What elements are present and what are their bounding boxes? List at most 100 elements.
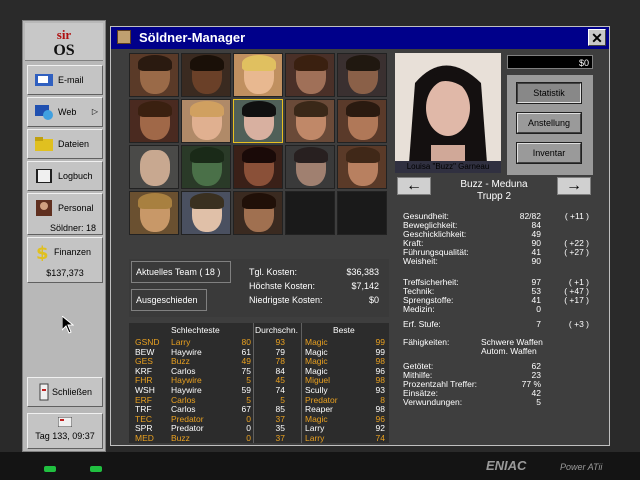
stat-bonus: ( +3 ) (568, 319, 589, 329)
money-display: $0 (507, 55, 593, 69)
soldier-count: Söldner: 18 (49, 223, 96, 233)
finances-button[interactable]: $ Finanzen $137,373 (27, 237, 103, 283)
record-row: Verwundungen: 5 (403, 397, 591, 407)
stat-code: KRF (135, 365, 152, 376)
portrait-slot[interactable] (337, 99, 387, 143)
activity-led-icon (90, 466, 102, 472)
book-icon (36, 169, 52, 183)
stat-code: TEC (135, 413, 152, 424)
best-name: Magic (305, 365, 328, 376)
best-name: Magic (305, 337, 328, 347)
best-name: Miguel (305, 375, 331, 386)
header-average: Durchschn. (255, 325, 298, 335)
portrait-slot[interactable] (337, 145, 387, 189)
title-bar[interactable]: Söldner-Manager ✕ (111, 27, 609, 49)
portrait-slot[interactable] (181, 145, 231, 189)
finances-label: Finanzen (54, 247, 92, 257)
worst-value: 49 (241, 356, 251, 367)
worst-value: 59 (241, 385, 251, 395)
portrait-slot[interactable] (181, 99, 231, 143)
portrait-slot[interactable] (233, 145, 283, 189)
min-cost-label: Niedrigste Kosten: (249, 295, 323, 305)
logbook-button[interactable]: Logbuch (27, 161, 103, 191)
employment-button[interactable]: Anstellung (516, 112, 582, 134)
close-label: Schließen (52, 387, 93, 397)
stat-code: ERF (135, 394, 152, 405)
departed-button[interactable]: Ausgeschieden (131, 289, 207, 311)
personnel-button[interactable]: Personal Söldner: 18 (27, 193, 103, 235)
personnel-label: Personal (58, 203, 94, 213)
max-cost-label: Höchste Kosten: (249, 281, 316, 291)
dollar-icon: $ (36, 243, 49, 261)
portrait-slot[interactable] (233, 53, 283, 97)
portrait-slot[interactable] (129, 99, 179, 143)
sirOS-logo: sir OS (25, 23, 103, 61)
brand-model: Power ATii (560, 462, 603, 472)
close-sirOS-button[interactable]: Schließen (27, 377, 103, 407)
selected-mercenary-portrait: Louisa "Buzz" Garneau (395, 53, 501, 173)
worst-name: Haywire (171, 375, 202, 386)
mercenary-manager-window: Söldner-Manager ✕ Aktuelles Team (18) … (110, 26, 610, 446)
skills-label: Fähigkeiten: (403, 337, 450, 347)
average-value: 78 (275, 356, 285, 367)
inventory-button[interactable]: Inventar (516, 142, 582, 164)
portrait-slot[interactable] (285, 53, 335, 97)
close-window-button[interactable]: ✕ (588, 29, 606, 46)
worst-name: Carlos (171, 365, 196, 376)
stat-code: BEW (135, 346, 155, 357)
stat-label: Weisheit: (403, 256, 438, 266)
portrait-caption: Louisa "Buzz" Garneau (406, 162, 490, 171)
daily-cost: $36,383 (346, 267, 379, 277)
worst-name: Buzz (171, 433, 190, 443)
best-name: Larry (305, 423, 325, 434)
portrait-slot-empty (337, 191, 387, 235)
statistics-button[interactable]: Statistik (516, 82, 582, 104)
worst-value: 5 (246, 375, 251, 386)
portrait-slot[interactable] (181, 53, 231, 97)
portrait-slot[interactable] (129, 145, 179, 189)
best-name: Predator (305, 394, 338, 405)
logo-top: sir (56, 27, 72, 42)
max-cost: $7,142 (351, 281, 379, 291)
worst-value: 0 (246, 433, 251, 443)
portrait-slot[interactable] (129, 53, 179, 97)
logo-bottom: OS (53, 42, 75, 59)
average-value: 79 (275, 346, 285, 357)
current-team-button[interactable]: Aktuelles Team ( 18 ) (131, 261, 231, 283)
worst-name: Haywire (171, 385, 202, 395)
worst-name: Predator (171, 413, 204, 424)
portrait-slot[interactable] (129, 191, 179, 235)
portrait-slot[interactable] (285, 99, 335, 143)
best-value: 74 (375, 433, 385, 443)
worst-name: Carlos (171, 394, 196, 405)
email-icon (35, 74, 53, 86)
worst-name: Buzz (171, 356, 190, 367)
worst-value: 0 (246, 413, 251, 424)
date-time: Tag 133, 09:37 (27, 413, 103, 449)
mouse-cursor-icon (62, 316, 74, 334)
brand-logo: ENIAC (486, 458, 527, 473)
portrait-slot[interactable] (181, 191, 231, 235)
average-value: 93 (275, 337, 285, 347)
portrait-slot-selected[interactable] (233, 99, 283, 143)
submenu-arrow-icon: ▷ (91, 107, 98, 116)
best-value: 96 (375, 365, 385, 376)
average-value: 37 (275, 433, 285, 443)
web-button[interactable]: Web ▷ (27, 97, 103, 127)
worst-name: Predator (171, 423, 204, 434)
window-icon (117, 30, 131, 44)
email-button[interactable]: E-mail (27, 65, 103, 95)
best-value: 92 (375, 423, 385, 434)
portrait-slot[interactable] (337, 53, 387, 97)
email-label: E-mail (58, 75, 84, 85)
best-value: 98 (375, 356, 385, 367)
worst-value: 0 (246, 423, 251, 434)
svg-text:$: $ (36, 243, 49, 261)
stat-label: Erf. Stufe: (403, 319, 441, 329)
portrait-slot[interactable] (285, 145, 335, 189)
daily-cost-label: Tgl. Kosten: (249, 267, 298, 277)
files-label: Dateien (58, 139, 90, 149)
average-value: 85 (275, 404, 285, 415)
files-button[interactable]: Dateien (27, 129, 103, 159)
portrait-slot[interactable] (233, 191, 283, 235)
